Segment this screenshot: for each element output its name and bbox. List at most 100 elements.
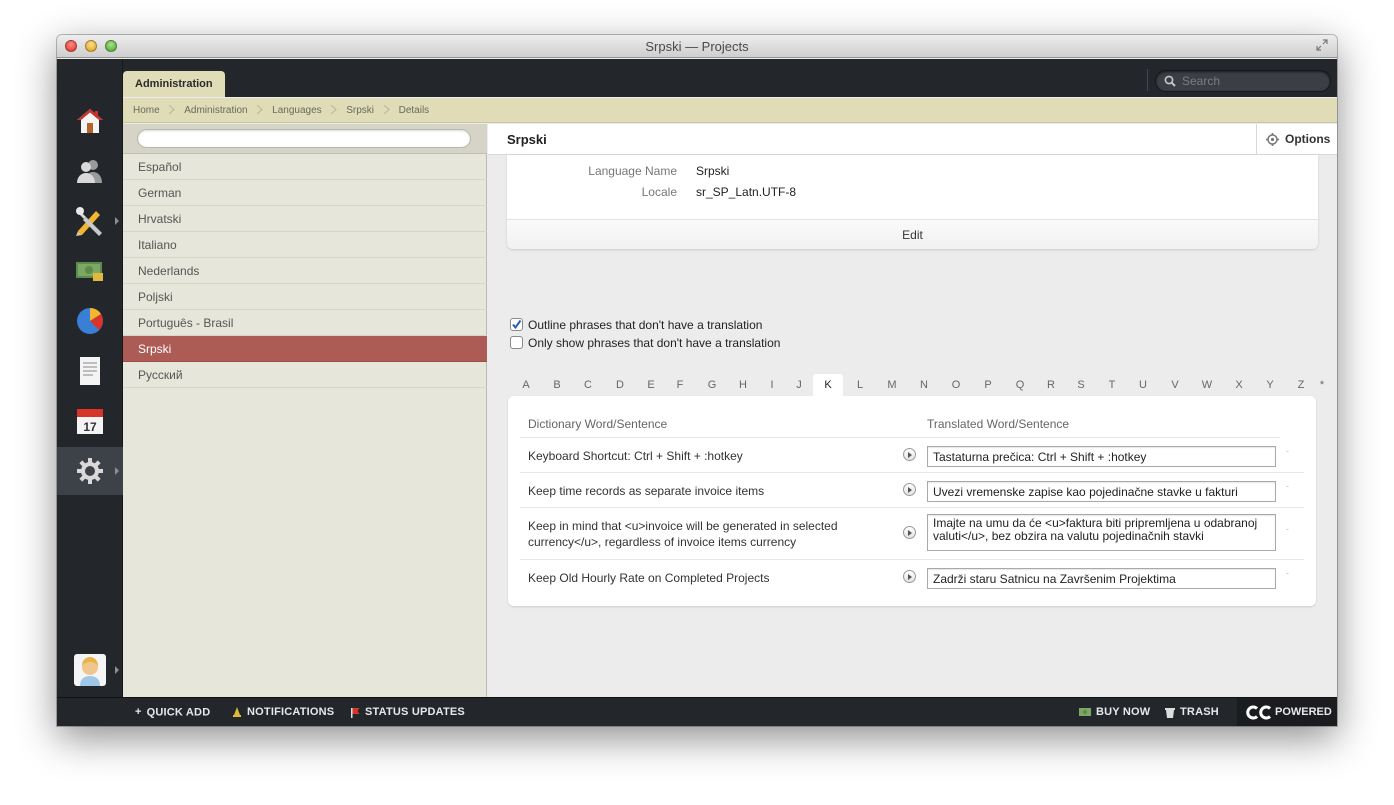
- avatar-icon[interactable]: [57, 646, 123, 694]
- trash-button[interactable]: TRASH: [1165, 698, 1219, 726]
- calendar-icon[interactable]: 17: [57, 397, 123, 445]
- letter-tab[interactable]: D: [605, 374, 635, 397]
- letter-tab[interactable]: T: [1097, 374, 1127, 397]
- row-status-mark: -: [1286, 568, 1289, 578]
- status-updates-button[interactable]: STATUS UPDATES: [350, 698, 465, 726]
- letter-tab[interactable]: V: [1160, 374, 1190, 397]
- options-button[interactable]: Options: [1256, 124, 1337, 155]
- breadcrumb-details[interactable]: Details: [399, 98, 430, 123]
- outline-missing-checkbox[interactable]: [510, 318, 523, 331]
- letter-tab[interactable]: H: [728, 374, 758, 397]
- letter-tab[interactable]: G: [697, 374, 727, 397]
- letter-tab[interactable]: C: [573, 374, 603, 397]
- zoom-window-button[interactable]: [105, 40, 117, 52]
- money-icon[interactable]: [57, 247, 123, 295]
- letter-tab[interactable]: F: [665, 374, 695, 397]
- tools-icon[interactable]: [57, 197, 123, 245]
- translation-input[interactable]: Zadrži staru Satnicu na Završenim Projek…: [927, 568, 1276, 589]
- list-item[interactable]: Nederlands: [123, 258, 487, 284]
- translation-input[interactable]: Tastaturna prečica: Ctrl + Shift + :hotk…: [927, 446, 1276, 467]
- close-window-button[interactable]: [65, 40, 77, 52]
- main-header: Srpski Options: [488, 124, 1337, 155]
- pie-chart-icon[interactable]: [57, 297, 123, 345]
- list-item[interactable]: Italiano: [123, 232, 487, 258]
- source-phrase: Keep Old Hourly Rate on Completed Projec…: [528, 571, 770, 585]
- minimize-window-button[interactable]: [85, 40, 97, 52]
- list-item[interactable]: Poljski: [123, 284, 487, 310]
- letter-tab[interactable]: Q: [1005, 374, 1035, 397]
- copy-arrow-icon[interactable]: [903, 448, 916, 461]
- letter-tab-active[interactable]: K: [813, 374, 843, 397]
- breadcrumb-home[interactable]: Home: [133, 98, 160, 123]
- letter-tab[interactable]: U: [1128, 374, 1158, 397]
- bell-icon: [233, 706, 241, 717]
- letter-tab[interactable]: J: [784, 374, 814, 397]
- letter-tab[interactable]: P: [973, 374, 1003, 397]
- powered-badge[interactable]: POWERED: [1237, 698, 1337, 726]
- table-row: Keep Old Hourly Rate on Completed Projec…: [520, 560, 1304, 595]
- copy-arrow-icon[interactable]: [903, 483, 916, 496]
- letter-tab[interactable]: N: [909, 374, 939, 397]
- gear-icon[interactable]: [57, 447, 123, 495]
- list-item-selected[interactable]: Srpski: [123, 336, 487, 362]
- letter-tab[interactable]: W: [1192, 374, 1222, 397]
- row-status-mark: -: [1286, 446, 1289, 456]
- edit-button[interactable]: Edit: [507, 219, 1318, 249]
- row-status-mark: -: [1286, 481, 1289, 491]
- breadcrumb: Home Administration Languages Srpski Det…: [123, 98, 1337, 123]
- gear-small-icon: [1266, 133, 1279, 146]
- fullscreen-icon[interactable]: [1315, 39, 1329, 53]
- letter-tab[interactable]: B: [542, 374, 572, 397]
- source-phrase: Keep in mind that <u>invoice will be gen…: [528, 519, 838, 549]
- search-input[interactable]: Search: [1155, 70, 1331, 92]
- activecollab-logo-icon: [1246, 705, 1272, 720]
- status-updates-label: STATUS UPDATES: [365, 706, 465, 718]
- list-item[interactable]: Русский: [123, 362, 487, 388]
- quick-add-button[interactable]: + QUICK ADD: [135, 698, 210, 726]
- locale-value: sr_SP_Latn.UTF-8: [696, 185, 797, 199]
- calendar-day-label: 17: [83, 420, 97, 434]
- letter-tab[interactable]: S: [1066, 374, 1096, 397]
- chevron-right-icon: [383, 105, 390, 114]
- translation-input[interactable]: Uvezi vremenske zapise kao pojedinačne s…: [927, 481, 1276, 502]
- only-missing-checkbox[interactable]: [510, 336, 523, 349]
- outline-missing-label: Outline phrases that don't have a transl…: [528, 318, 763, 332]
- list-item[interactable]: Hrvatski: [123, 206, 487, 232]
- list-filter-input[interactable]: [137, 129, 471, 148]
- breadcrumb-languages[interactable]: Languages: [272, 98, 322, 123]
- copy-arrow-icon[interactable]: [903, 570, 916, 583]
- only-missing-label: Only show phrases that don't have a tran…: [528, 336, 781, 350]
- tab-administration[interactable]: Administration: [123, 71, 225, 97]
- home-icon[interactable]: [57, 97, 123, 145]
- letter-tab[interactable]: X: [1224, 374, 1254, 397]
- column-header-source: Dictionary Word/Sentence: [528, 417, 668, 431]
- copy-arrow-icon[interactable]: [903, 526, 916, 539]
- letter-tab[interactable]: M: [877, 374, 907, 397]
- letter-tab[interactable]: O: [941, 374, 971, 397]
- quick-add-label: QUICK ADD: [146, 706, 211, 719]
- document-icon[interactable]: [57, 347, 123, 395]
- dictionary-header: Dictionary Word/Sentence Translated Word…: [508, 396, 1316, 438]
- letter-tab[interactable]: L: [845, 374, 875, 397]
- buy-now-button[interactable]: BUY NOW: [1079, 698, 1150, 726]
- list-item[interactable]: Português - Brasil: [123, 310, 487, 336]
- letter-tab[interactable]: R: [1036, 374, 1066, 397]
- letter-tab[interactable]: I: [757, 374, 787, 397]
- breadcrumb-administration[interactable]: Administration: [184, 98, 247, 123]
- translation-input[interactable]: Imajte na umu da će <u>faktura biti prip…: [927, 514, 1276, 551]
- list-item[interactable]: German: [123, 180, 487, 206]
- list-item[interactable]: Español: [123, 154, 487, 180]
- row-status-mark: -: [1286, 524, 1289, 534]
- letter-tab[interactable]: Y: [1255, 374, 1285, 397]
- letter-tab[interactable]: E: [636, 374, 666, 397]
- list-filter-bar: [123, 124, 487, 154]
- people-icon[interactable]: [57, 147, 123, 195]
- breadcrumb-srpski[interactable]: Srpski: [346, 98, 374, 123]
- letter-tab[interactable]: A: [511, 374, 541, 397]
- language-name-label: Language Name: [588, 164, 677, 178]
- trash-icon: [1165, 707, 1175, 718]
- letter-tab[interactable]: *: [1315, 374, 1329, 397]
- notifications-button[interactable]: NOTIFICATIONS: [232, 698, 334, 726]
- letter-tab[interactable]: Z: [1286, 374, 1316, 397]
- languages-list: Español German Hrvatski Italiano Nederla…: [123, 124, 487, 697]
